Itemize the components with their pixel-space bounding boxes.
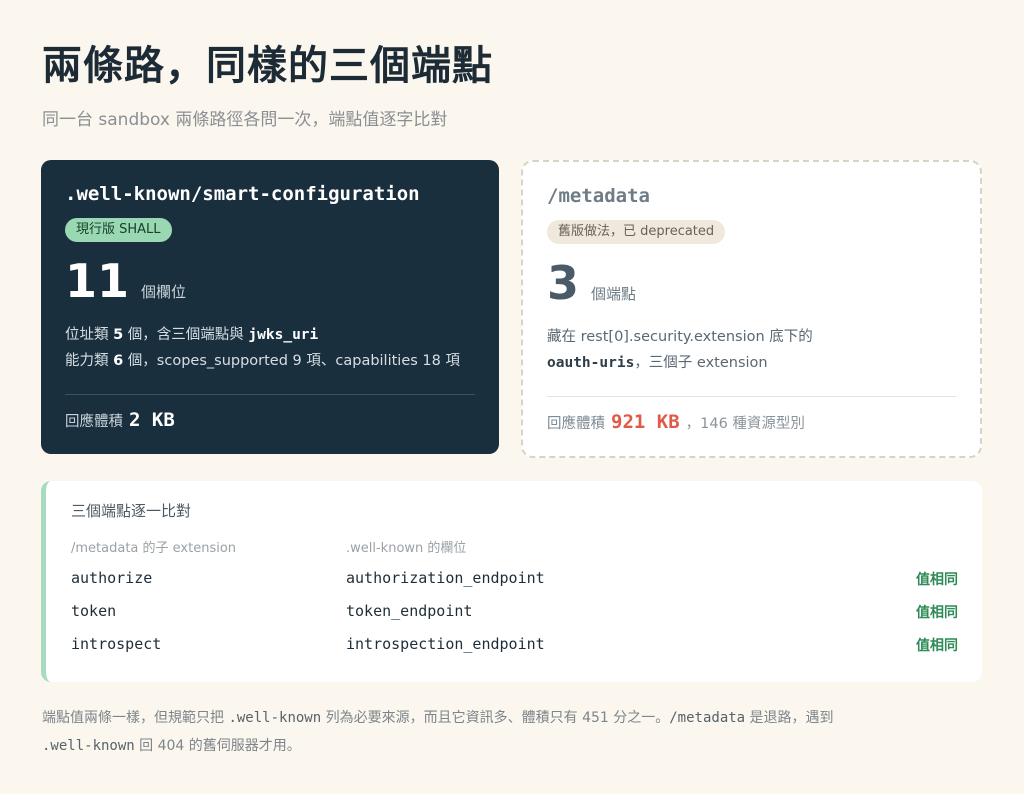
footnote-code: .well-known <box>42 738 135 754</box>
table-row: introspect introspection_endpoint 值相同 <box>71 627 958 660</box>
match-status: 值相同 <box>916 638 958 654</box>
extension-location-line: 藏在 rest[0].security.extension 底下的 <box>547 329 813 345</box>
capability-fields-line: 能力類 6 個，scopes_supported 9 項、capabilitie… <box>65 348 475 374</box>
endpoint-count: 3 <box>547 256 580 310</box>
comparison-panel: 三個端點逐一比對 /metadata 的子 extension .well-kn… <box>41 481 982 682</box>
field-count-row: 11 個欄位 <box>65 256 475 306</box>
resource-type-count: ，146 種資源型別 <box>685 416 805 432</box>
metadata-extension-cell: introspect <box>71 635 162 653</box>
size-value: 2 KB <box>129 409 175 431</box>
metadata-extension-cell: token <box>71 602 117 620</box>
jwks-uri-label: jwks_uri <box>248 327 319 343</box>
endpoint-count-row: 3 個端點 <box>547 258 956 308</box>
footnote-text: 端點值兩條一樣，但規範只把 <box>42 710 229 726</box>
comparison-rows: authorize authorization_endpoint 值相同 tok… <box>71 561 958 660</box>
table-row: token token_endpoint 值相同 <box>71 594 958 627</box>
oauth-uris-text: ，三個子 extension <box>634 355 768 371</box>
well-known-field-cell: introspection_endpoint <box>346 635 545 653</box>
page-title: 兩條路，同樣的三個端點 <box>42 43 493 89</box>
deprecated-badge: 舊版做法，已 deprecated <box>547 220 726 244</box>
divider <box>65 394 475 395</box>
page-subtitle: 同一台 sandbox 兩條路徑各問一次，端點值逐字比對 <box>42 110 448 130</box>
current-version-badge: 現行版 SHALL <box>65 218 172 242</box>
address-fields-count: 5 <box>113 327 124 343</box>
capability-fields-count: 6 <box>113 353 124 369</box>
page: 兩條路，同樣的三個端點 同一台 sandbox 兩條路徑各問一次，端點值逐字比對… <box>0 0 1024 794</box>
footnote: 端點值兩條一樣，但規範只把 .well-known 列為必要來源，而且它資訊多、… <box>42 704 982 760</box>
well-known-size-row: 回應體積 2 KB <box>65 409 475 431</box>
capability-fields-text: 個，scopes_supported 9 項、capabilities 18 項 <box>123 353 460 369</box>
well-known-field-cell: token_endpoint <box>346 602 473 620</box>
table-row: authorize authorization_endpoint 值相同 <box>71 561 958 594</box>
field-count-unit: 個欄位 <box>141 283 187 301</box>
well-known-description: 位址類 5 個，含三個端點與 jwks_uri 能力類 6 個，scopes_s… <box>65 322 475 374</box>
capability-fields-prefix: 能力類 <box>65 353 114 369</box>
address-fields-text: 個，含三個端點與 <box>123 327 249 343</box>
match-status: 值相同 <box>916 572 958 588</box>
comparison-title: 三個端點逐一比對 <box>71 502 192 520</box>
match-status: 值相同 <box>916 605 958 621</box>
size-label: 回應體積 <box>65 414 123 430</box>
endpoint-count-unit: 個端點 <box>591 285 637 303</box>
metadata-size-row: 回應體積 921 KB ，146 種資源型別 <box>547 411 956 433</box>
address-fields-prefix: 位址類 <box>65 327 114 343</box>
footnote-text: 回 404 的舊伺服器才用。 <box>134 738 301 754</box>
metadata-endpoint: /metadata <box>547 185 650 207</box>
well-known-endpoint: .well-known/smart-configuration <box>65 183 420 205</box>
metadata-card: /metadata 舊版做法，已 deprecated 3 個端點 藏在 res… <box>521 160 982 458</box>
footnote-code: .well-known <box>228 710 322 726</box>
field-count: 11 <box>65 254 130 308</box>
metadata-description: 藏在 rest[0].security.extension 底下的 oauth-… <box>547 324 956 376</box>
well-known-field-cell: authorization_endpoint <box>346 569 545 587</box>
divider <box>547 396 956 397</box>
size-label: 回應體積 <box>547 416 605 432</box>
comparison-table-header: /metadata 的子 extension .well-known 的欄位 <box>71 537 958 557</box>
column-header-metadata: /metadata 的子 extension <box>71 541 237 556</box>
column-header-well-known: .well-known 的欄位 <box>346 541 467 556</box>
footnote-text: 列為必要來源，而且它資訊多、體積只有 451 分之一。 <box>321 710 670 726</box>
well-known-card: .well-known/smart-configuration 現行版 SHAL… <box>41 160 499 454</box>
size-value: 921 KB <box>611 411 680 433</box>
oauth-uris-line: oauth-uris，三個子 extension <box>547 350 956 376</box>
metadata-extension-cell: authorize <box>71 569 153 587</box>
footnote-text: 是退路，遇到 <box>745 710 834 726</box>
address-fields-line: 位址類 5 個，含三個端點與 jwks_uri <box>65 322 475 348</box>
footnote-code: /metadata <box>669 710 746 726</box>
oauth-uris-label: oauth-uris <box>547 355 635 371</box>
